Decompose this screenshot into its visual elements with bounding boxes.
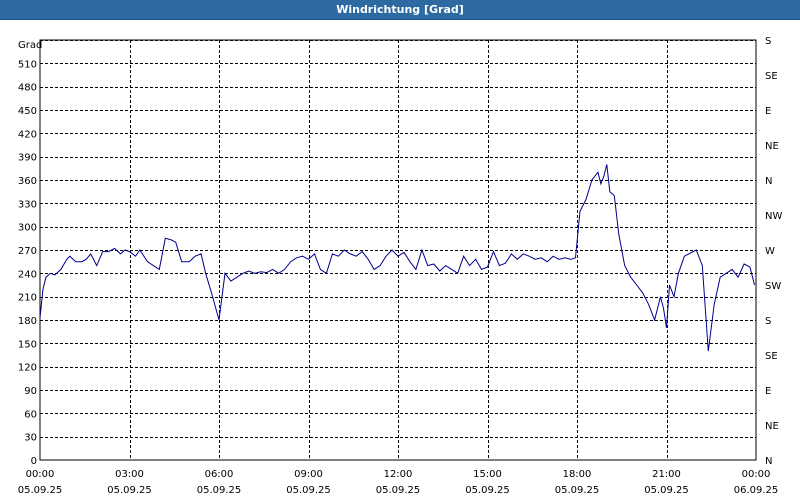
right-axis-label: NW (765, 211, 782, 222)
y-tick-label: 120 (18, 363, 37, 374)
right-axis-label: SE (765, 71, 778, 82)
y-tick-label: 210 (18, 293, 37, 304)
x-tick-time: 06:00 (205, 469, 234, 480)
y-tick-label: 90 (24, 386, 37, 397)
x-tick-date: 05.09.25 (465, 485, 510, 496)
y-tick-label: 360 (18, 176, 37, 187)
y-tick-label: 510 (18, 59, 37, 70)
x-tick-time: 09:00 (294, 469, 323, 480)
right-axis-label: SW (765, 281, 781, 292)
y-tick-label: 300 (18, 223, 37, 234)
x-tick-time: 15:00 (473, 469, 502, 480)
right-axis-label: NE (765, 421, 779, 432)
x-tick-date: 05.09.25 (107, 485, 152, 496)
y-tick-label: 240 (18, 269, 37, 280)
y-tick-label: 270 (18, 246, 37, 257)
y-tick-label: 480 (18, 83, 37, 94)
right-axis-label: N (765, 456, 772, 467)
x-tick-date: 05.09.25 (555, 485, 600, 496)
right-axis-label: S (765, 316, 771, 327)
x-tick-time: 18:00 (563, 469, 592, 480)
x-tick-time: 03:00 (115, 469, 144, 480)
x-tick-date: 05.09.25 (18, 485, 63, 496)
right-axis-label: W (765, 246, 775, 257)
y-tick-label: 0 (31, 456, 37, 467)
x-tick-date: 05.09.25 (644, 485, 689, 496)
y-tick-label: 30 (24, 433, 37, 444)
x-tick-time: 21:00 (652, 469, 681, 480)
x-tick-time: 00:00 (26, 469, 55, 480)
right-axis-label: E (765, 106, 771, 117)
x-tick-date: 05.09.25 (286, 485, 331, 496)
grid-layer (40, 40, 756, 460)
x-tick-time: 12:00 (384, 469, 413, 480)
x-tick-date: 06.09.25 (734, 485, 779, 496)
y-axis-label: Grad (18, 40, 42, 51)
x-tick-date: 05.09.25 (376, 485, 421, 496)
y-tick-label: 450 (18, 106, 37, 117)
y-tick-label: 150 (18, 339, 37, 350)
series-layer (39, 164, 755, 352)
right-axis-label: E (765, 386, 771, 397)
right-axis-label: N (765, 176, 772, 187)
y-tick-label: 420 (18, 129, 37, 140)
right-axis-label: SE (765, 351, 778, 362)
y-tick-label: 390 (18, 153, 37, 164)
y-tick-label: 330 (18, 199, 37, 210)
x-tick-time: 00:00 (742, 469, 771, 480)
right-axis-label: S (765, 36, 771, 47)
wind-direction-chart: 0 30 60 90 120 150 180 210 240 270 300 330 360 390 420… (18, 36, 783, 496)
y-tick-label: 180 (18, 316, 37, 327)
x-tick-date: 05.09.25 (197, 485, 242, 496)
right-axis-label: NE (765, 141, 779, 152)
y-tick-label: 60 (24, 409, 37, 420)
series-line (39, 164, 755, 352)
